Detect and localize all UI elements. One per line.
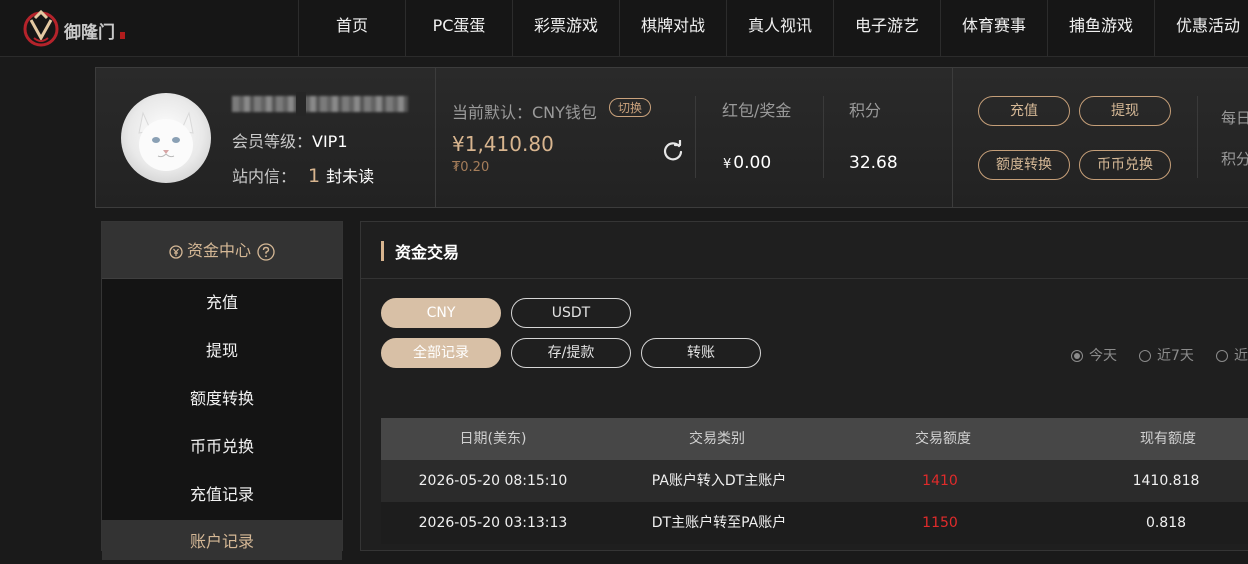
daily-label: 每日 bbox=[1221, 109, 1248, 127]
tab-cny[interactable]: CNY bbox=[381, 298, 501, 328]
refresh-icon[interactable] bbox=[662, 140, 684, 162]
cell-date: 2026-05-20 03:13:13 bbox=[418, 515, 568, 531]
sidebar-header[interactable]: 资金中心 bbox=[102, 222, 342, 279]
nav-slots[interactable]: 电子游艺 bbox=[833, 0, 940, 56]
inbox-label: 站内信： bbox=[232, 167, 297, 186]
withdraw-button[interactable]: 提现 bbox=[1079, 96, 1171, 126]
inbox-status[interactable]: 站内信： 1 封未读 bbox=[232, 163, 374, 187]
inbox-unread-count: 1 bbox=[308, 165, 321, 187]
bonus-currency: ¥ bbox=[723, 157, 732, 172]
radio-icon bbox=[1216, 350, 1228, 362]
brand-dot bbox=[120, 32, 125, 39]
tab-usdt[interactable]: USDT bbox=[511, 298, 631, 328]
points-label: 积分 bbox=[849, 101, 882, 120]
sidebar-item-deposit[interactable]: 充值 bbox=[102, 279, 342, 327]
username-blurred bbox=[232, 96, 408, 112]
bonus-amount: 0.00 bbox=[733, 153, 772, 173]
logo-mark-icon bbox=[23, 9, 59, 47]
points-value: 32.68 bbox=[849, 153, 898, 173]
title-accent-bar bbox=[381, 241, 384, 261]
table-row[interactable]: 2026-05-20 03:13:13 DT主账户转至PA账户 1150 0.8… bbox=[381, 502, 1248, 544]
column-balance: 现有额度 bbox=[1140, 431, 1196, 447]
fund-center-sidebar: 资金中心 充值 提现 额度转换 币币兑换 充值记录 账户记录 bbox=[101, 221, 343, 560]
column-amount: 交易额度 bbox=[915, 431, 971, 447]
radio-selected-icon bbox=[1071, 350, 1083, 362]
filter-7-days-label: 近7天 bbox=[1157, 348, 1194, 364]
default-wallet-label: 当前默认：CNY钱包 bbox=[452, 103, 597, 122]
cat-avatar-icon bbox=[138, 111, 194, 171]
filter-recent-label: 近 bbox=[1234, 348, 1248, 364]
switch-wallet-button[interactable]: 切换 bbox=[609, 98, 651, 117]
deposit-button[interactable]: 充值 bbox=[978, 96, 1070, 126]
bonus-label: 红包/奖金 bbox=[722, 101, 792, 120]
member-level-value: VIP1 bbox=[312, 132, 348, 151]
profile-divider bbox=[952, 68, 953, 207]
table-header: 日期(美东) 交易类别 交易额度 现有额度 bbox=[381, 418, 1248, 460]
cell-type: PA账户转入DT主账户 bbox=[651, 473, 787, 489]
avatar[interactable] bbox=[121, 93, 211, 183]
sidebar-item-transfer[interactable]: 额度转换 bbox=[102, 375, 342, 423]
brand-name: 御隆门 bbox=[64, 23, 115, 43]
filter-today[interactable]: 今天 bbox=[1071, 345, 1117, 365]
tab-deposit-withdraw[interactable]: 存/提款 bbox=[511, 338, 631, 368]
wallet-balance: ¥1,410.80 bbox=[452, 132, 554, 156]
cell-amount: 1410 bbox=[922, 473, 958, 489]
panel-header: 资金交易 bbox=[361, 222, 1248, 279]
wallet-usdt-balance: ₮0.20 bbox=[452, 160, 490, 175]
cell-type: DT主账户转至PA账户 bbox=[651, 515, 787, 531]
username-gap bbox=[296, 92, 306, 116]
nav-home[interactable]: 首页 bbox=[298, 0, 405, 56]
tab-all-records[interactable]: 全部记录 bbox=[381, 338, 501, 368]
stat-divider bbox=[1197, 96, 1198, 178]
nav-lottery[interactable]: 彩票游戏 bbox=[512, 0, 619, 56]
member-level: 会员等级：VIP1 bbox=[232, 128, 348, 152]
filter-today-label: 今天 bbox=[1089, 348, 1117, 364]
logo[interactable]: 御隆门 bbox=[22, 8, 132, 48]
radio-icon bbox=[1139, 350, 1151, 362]
sidebar-item-deposit-records[interactable]: 充值记录 bbox=[102, 471, 342, 519]
cell-balance: 1410.818 bbox=[1132, 473, 1200, 489]
cell-balance: 0.818 bbox=[1145, 515, 1187, 531]
profile-panel: 会员等级：VIP1 站内信： 1 封未读 当前默认：CNY钱包 切换 ¥1,410.… bbox=[95, 67, 1248, 208]
sidebar-item-withdraw[interactable]: 提现 bbox=[102, 327, 342, 375]
nav-pc-egg[interactable]: PC蛋蛋 bbox=[405, 0, 512, 56]
nav-chess-cards[interactable]: 棋牌对战 bbox=[619, 0, 726, 56]
page-title: 资金交易 bbox=[395, 243, 460, 262]
table-row[interactable]: 2026-05-20 08:15:10 PA账户转入DT主账户 1410 141… bbox=[381, 460, 1248, 502]
cell-date: 2026-05-20 08:15:10 bbox=[418, 473, 568, 489]
sidebar-item-coin-exchange[interactable]: 币币兑换 bbox=[102, 423, 342, 471]
stat-divider bbox=[823, 96, 824, 178]
nav-live-casino[interactable]: 真人视讯 bbox=[726, 0, 833, 56]
nav-promotions[interactable]: 优惠活动 bbox=[1154, 0, 1248, 56]
bonus-value: ¥0.00 bbox=[723, 153, 771, 173]
stat-divider bbox=[695, 96, 696, 178]
help-icon[interactable] bbox=[257, 242, 275, 261]
inbox-unread-suffix: 封未读 bbox=[326, 167, 375, 186]
top-bar: 御隆门 首页 PC蛋蛋 彩票游戏 棋牌对战 真人视讯 电子游艺 体育赛事 捕鱼游… bbox=[0, 0, 1248, 57]
nav-fishing[interactable]: 捕鱼游戏 bbox=[1047, 0, 1154, 56]
member-level-label: 会员等级： bbox=[232, 132, 313, 151]
sidebar-account-records[interactable]: 账户记录 bbox=[102, 520, 342, 560]
main-nav: 首页 PC蛋蛋 彩票游戏 棋牌对战 真人视讯 电子游艺 体育赛事 捕鱼游戏 优惠… bbox=[298, 0, 1248, 56]
fund-transactions-panel: 资金交易 CNY USDT 全部记录 存/提款 转账 今天 近7天 近 日期(美… bbox=[360, 221, 1248, 551]
sidebar-header-label: 资金中心 bbox=[186, 241, 251, 260]
column-date: 日期(美东) bbox=[459, 431, 527, 447]
column-type: 交易类别 bbox=[689, 431, 745, 447]
filter-7-days[interactable]: 近7天 bbox=[1139, 345, 1194, 365]
cell-amount: 1150 bbox=[922, 515, 958, 531]
daily-points-label: 积分 bbox=[1221, 150, 1248, 168]
profile-divider bbox=[435, 68, 436, 207]
wallet-icon bbox=[169, 244, 183, 259]
filter-recent[interactable]: 近 bbox=[1216, 345, 1248, 365]
nav-sports[interactable]: 体育赛事 bbox=[940, 0, 1047, 56]
coin-exchange-button[interactable]: 币币兑换 bbox=[1079, 150, 1171, 180]
transfer-button[interactable]: 额度转换 bbox=[978, 150, 1070, 180]
tab-transfer[interactable]: 转账 bbox=[641, 338, 761, 368]
